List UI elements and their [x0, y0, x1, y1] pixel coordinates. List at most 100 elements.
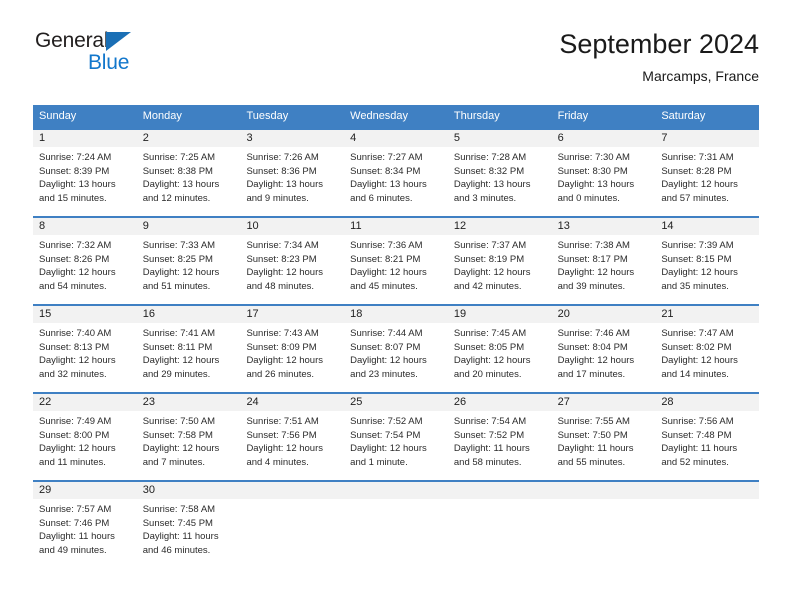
week-row: 1 Sunrise: 7:24 AM Sunset: 8:39 PM Dayli… [33, 128, 760, 216]
day-cell[interactable]: 23 Sunrise: 7:50 AM Sunset: 7:58 PM Dayl… [136, 394, 241, 480]
day-details [448, 499, 552, 503]
weekday-header-friday: Friday [557, 110, 589, 122]
day-cell[interactable]: 4 Sunrise: 7:27 AM Sunset: 8:34 PM Dayli… [344, 130, 448, 216]
sunrise-text: Sunrise: 7:38 AM [557, 240, 630, 251]
day-cell[interactable]: 24 Sunrise: 7:51 AM Sunset: 7:56 PM Dayl… [240, 394, 345, 480]
day-cell[interactable]: 26 Sunrise: 7:54 AM Sunset: 7:52 PM Dayl… [447, 394, 552, 480]
daylight-text-line1: Daylight: 12 hours [453, 267, 531, 279]
day-number: 13 [551, 218, 656, 235]
day-cell[interactable]: 17 Sunrise: 7:43 AM Sunset: 8:09 PM Dayl… [240, 306, 345, 392]
daylight-text-line2: and 58 minutes. [453, 456, 522, 468]
daylight-text-line2: and 57 minutes. [661, 192, 729, 204]
daylight-text-line1: Daylight: 12 hours [557, 355, 635, 367]
day-cell[interactable]: 28 Sunrise: 7:56 AM Sunset: 7:48 PM Dayl… [655, 394, 760, 480]
sunrise-text: Sunrise: 7:31 AM [661, 152, 734, 163]
day-cell[interactable]: 7 Sunrise: 7:31 AM Sunset: 8:28 PM Dayli… [655, 130, 760, 216]
daylight-text-line1: Daylight: 13 hours [350, 179, 427, 191]
day-cell[interactable]: 12 Sunrise: 7:37 AM Sunset: 8:19 PM Dayl… [447, 218, 552, 304]
daylight-text-line1: Daylight: 12 hours [39, 355, 116, 367]
sunrise-text: Sunrise: 7:46 AM [557, 328, 630, 339]
day-details: Sunrise: 7:58 AM Sunset: 7:45 PM Dayligh… [137, 499, 241, 557]
weekday-header-row: Sunday Monday Tuesday Wednesday Thursday… [33, 105, 759, 128]
day-cell[interactable]: 30 Sunrise: 7:58 AM Sunset: 7:45 PM Dayl… [136, 482, 241, 568]
sunset-text: Sunset: 8:11 PM [142, 341, 213, 353]
sunset-text: Sunset: 8:25 PM [142, 253, 213, 265]
daylight-text-line1: Daylight: 11 hours [661, 443, 738, 455]
daylight-text-line2: and 9 minutes. [246, 192, 309, 204]
daylight-text-line2: and 26 minutes. [246, 368, 315, 380]
day-details: Sunrise: 7:51 AM Sunset: 7:56 PM Dayligh… [240, 411, 344, 469]
day-details [240, 499, 344, 503]
location-subtitle: Marcamps, France [642, 68, 759, 84]
day-cell[interactable]: 9 Sunrise: 7:33 AM Sunset: 8:25 PM Dayli… [136, 218, 241, 304]
daylight-text-line1: Daylight: 11 hours [142, 531, 219, 543]
title-block: September 2024 Marcamps, France [559, 28, 759, 86]
day-number: 22 [33, 394, 137, 411]
day-cell[interactable]: 16 Sunrise: 7:41 AM Sunset: 8:11 PM Dayl… [136, 306, 241, 392]
day-details: Sunrise: 7:54 AM Sunset: 7:52 PM Dayligh… [448, 411, 552, 469]
day-number: 25 [344, 394, 448, 411]
sunset-text: Sunset: 8:07 PM [350, 341, 421, 353]
day-details [552, 499, 656, 503]
daylight-text-line2: and 7 minutes. [142, 456, 206, 468]
day-cell-empty [655, 482, 760, 568]
day-cell[interactable]: 3 Sunrise: 7:26 AM Sunset: 8:36 PM Dayli… [240, 130, 345, 216]
weekday-header-tuesday: Tuesday [246, 110, 289, 122]
day-cell[interactable]: 6 Sunrise: 7:30 AM Sunset: 8:30 PM Dayli… [551, 130, 656, 216]
day-cell[interactable]: 29 Sunrise: 7:57 AM Sunset: 7:46 PM Dayl… [33, 482, 137, 568]
sunrise-text: Sunrise: 7:45 AM [453, 328, 527, 339]
day-details: Sunrise: 7:43 AM Sunset: 8:09 PM Dayligh… [240, 323, 344, 381]
day-cell[interactable]: 18 Sunrise: 7:44 AM Sunset: 8:07 PM Dayl… [344, 306, 448, 392]
sunrise-text: Sunrise: 7:58 AM [142, 504, 216, 515]
day-cell[interactable]: 19 Sunrise: 7:45 AM Sunset: 8:05 PM Dayl… [447, 306, 552, 392]
day-details: Sunrise: 7:45 AM Sunset: 8:05 PM Dayligh… [448, 323, 552, 381]
sunrise-text: Sunrise: 7:50 AM [142, 416, 216, 427]
sunset-text: Sunset: 8:28 PM [661, 165, 732, 177]
weekday-header-wednesday: Wednesday [350, 110, 409, 122]
day-cell[interactable]: 8 Sunrise: 7:32 AM Sunset: 8:26 PM Dayli… [33, 218, 137, 304]
sunset-text: Sunset: 7:48 PM [661, 429, 732, 441]
day-cell[interactable]: 10 Sunrise: 7:34 AM Sunset: 8:23 PM Dayl… [240, 218, 345, 304]
daylight-text-line2: and 49 minutes. [39, 544, 107, 556]
daylight-text-line2: and 45 minutes. [350, 280, 418, 292]
daylight-text-line1: Daylight: 12 hours [661, 267, 738, 279]
day-cell[interactable]: 5 Sunrise: 7:28 AM Sunset: 8:32 PM Dayli… [447, 130, 552, 216]
daylight-text-line2: and 42 minutes. [453, 280, 522, 292]
day-cell[interactable]: 14 Sunrise: 7:39 AM Sunset: 8:15 PM Dayl… [655, 218, 760, 304]
daylight-text-line2: and 0 minutes. [557, 192, 620, 204]
day-number: 7 [655, 130, 760, 147]
day-cell[interactable]: 25 Sunrise: 7:52 AM Sunset: 7:54 PM Dayl… [344, 394, 448, 480]
day-details: Sunrise: 7:36 AM Sunset: 8:21 PM Dayligh… [344, 235, 448, 293]
day-details: Sunrise: 7:46 AM Sunset: 8:04 PM Dayligh… [552, 323, 656, 381]
day-cell[interactable]: 20 Sunrise: 7:46 AM Sunset: 8:04 PM Dayl… [551, 306, 656, 392]
day-number: 5 [447, 130, 552, 147]
day-cell[interactable]: 13 Sunrise: 7:38 AM Sunset: 8:17 PM Dayl… [551, 218, 656, 304]
day-cell[interactable]: 11 Sunrise: 7:36 AM Sunset: 8:21 PM Dayl… [344, 218, 448, 304]
day-details: Sunrise: 7:41 AM Sunset: 8:11 PM Dayligh… [137, 323, 241, 381]
day-details: Sunrise: 7:50 AM Sunset: 7:58 PM Dayligh… [137, 411, 241, 469]
sunset-text: Sunset: 8:04 PM [557, 341, 628, 353]
daylight-text-line1: Daylight: 12 hours [39, 267, 116, 279]
sunset-text: Sunset: 8:26 PM [39, 253, 110, 265]
day-cell[interactable]: 21 Sunrise: 7:47 AM Sunset: 8:02 PM Dayl… [655, 306, 760, 392]
day-number: 8 [33, 218, 137, 235]
day-number: 20 [551, 306, 656, 323]
daylight-text-line2: and 12 minutes. [142, 192, 211, 204]
daylight-text-line2: and 15 minutes. [39, 192, 107, 204]
sunset-text: Sunset: 7:58 PM [142, 429, 213, 441]
brand-logo[interactable]: General Blue [33, 28, 233, 88]
sunrise-text: Sunrise: 7:43 AM [246, 328, 319, 339]
day-number: 28 [655, 394, 760, 411]
day-cell[interactable]: 2 Sunrise: 7:25 AM Sunset: 8:38 PM Dayli… [136, 130, 241, 216]
sunset-text: Sunset: 8:36 PM [246, 165, 317, 177]
day-cell[interactable]: 15 Sunrise: 7:40 AM Sunset: 8:13 PM Dayl… [33, 306, 137, 392]
daylight-text-line2: and 55 minutes. [557, 456, 626, 468]
day-cell[interactable]: 22 Sunrise: 7:49 AM Sunset: 8:00 PM Dayl… [33, 394, 137, 480]
day-cell[interactable]: 27 Sunrise: 7:55 AM Sunset: 7:50 PM Dayl… [551, 394, 656, 480]
day-details: Sunrise: 7:26 AM Sunset: 8:36 PM Dayligh… [240, 147, 344, 205]
sunrise-text: Sunrise: 7:36 AM [350, 240, 423, 251]
daylight-text-line1: Daylight: 12 hours [350, 355, 427, 367]
calendar-grid: Sunday Monday Tuesday Wednesday Thursday… [33, 105, 760, 568]
day-cell[interactable]: 1 Sunrise: 7:24 AM Sunset: 8:39 PM Dayli… [33, 130, 137, 216]
daylight-text-line1: Daylight: 11 hours [39, 531, 115, 543]
